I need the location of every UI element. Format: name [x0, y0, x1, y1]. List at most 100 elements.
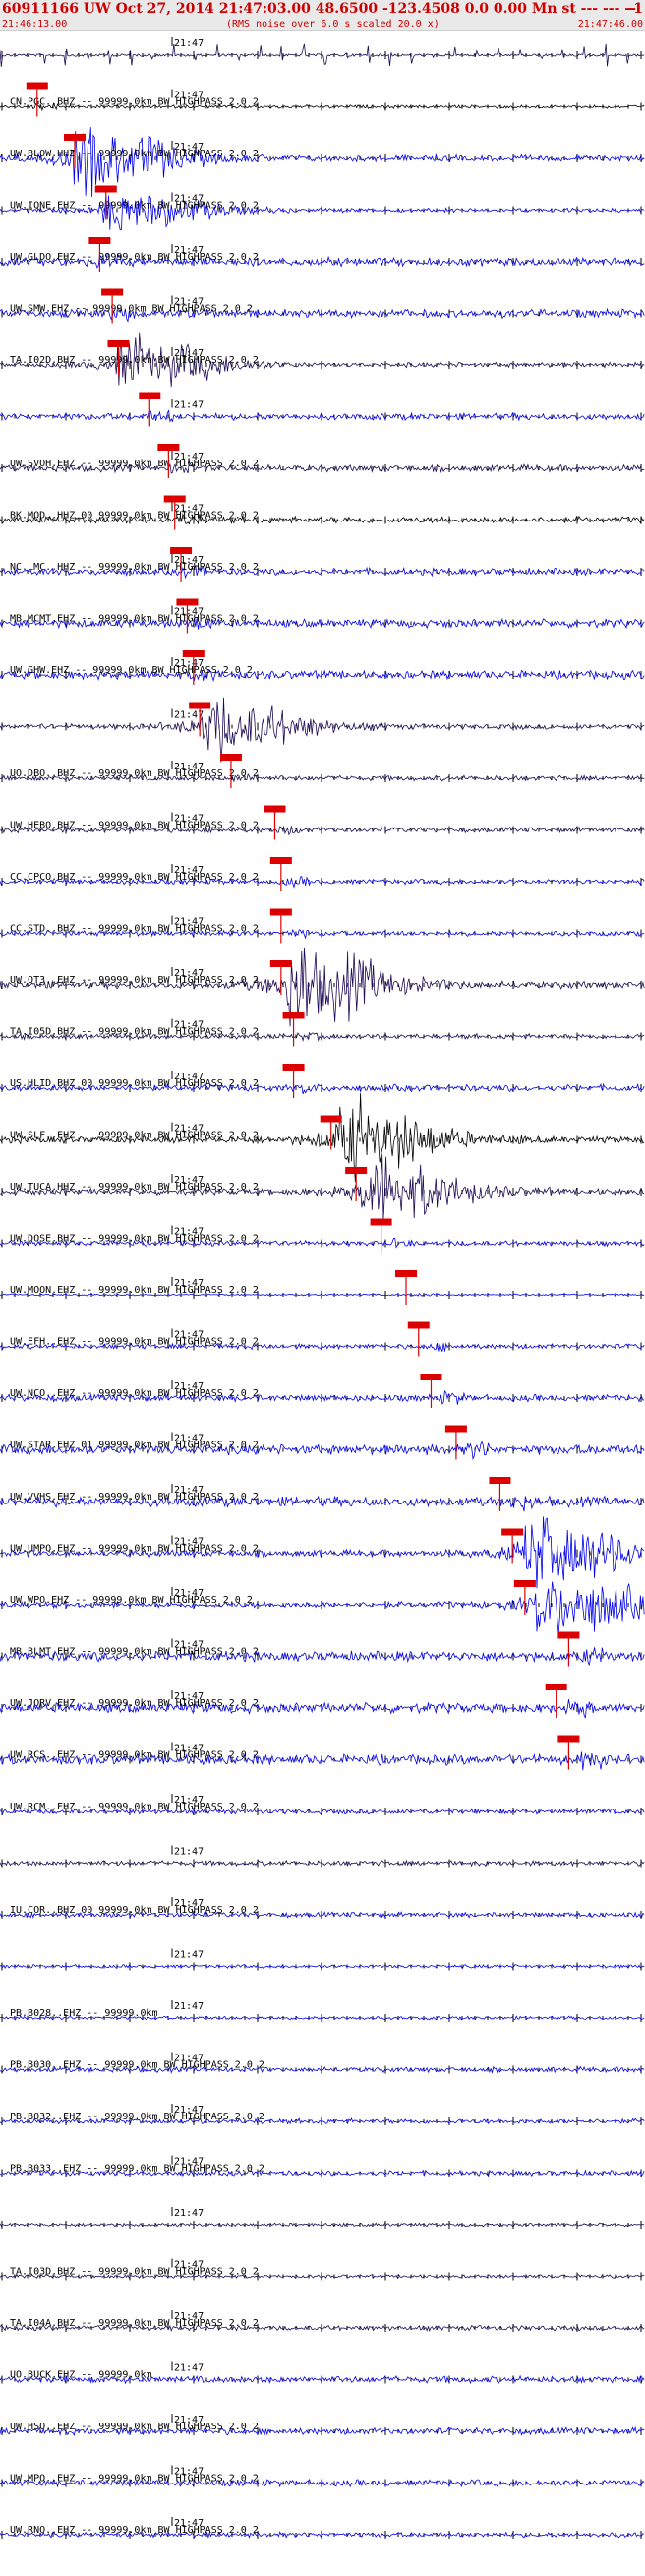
- pick-marker: [94, 185, 117, 193]
- station-label: UW.NCO..EHZ -- 99999.0km BW HIGHPASS 2.0…: [10, 1388, 259, 1399]
- trace-11: 21:47MB.MCMT.EHZ -- 99999.0km BW HIGHPAS…: [0, 598, 645, 634]
- station-label: UW.GHW.EHZ -- 99999.0km BW HIGHPASS 2.0 …: [10, 665, 253, 676]
- pick-marker: [420, 1374, 442, 1380]
- trace-40: 21:47PB.B032..EHZ -- 99999.0km BW HIGHPA…: [0, 2104, 645, 2125]
- pick-marker: [264, 805, 286, 813]
- trace-28: 21:47UW.VVHS.EHZ -- 99999.0km BW HIGHPAS…: [0, 1477, 645, 1512]
- trace-38: 21:47 PB.B028..EHZ -- 99999.0km: [0, 2000, 645, 2022]
- pick-marker: [219, 754, 242, 761]
- pick-marker: [189, 702, 211, 709]
- trace-35: 21:47: [0, 1845, 645, 1868]
- station-label: NC.LMC..HHZ -- 99999.0km BW HIGHPASS 2.0…: [10, 562, 259, 573]
- pick-marker: [345, 1167, 368, 1174]
- trace-15: 21:47UW.HEBO.BHZ -- 99999.0km BW HIGHPAS…: [0, 805, 645, 840]
- station-label: UW.IQNE.EHZ -- 99999.0km BW HIGHPASS 2.0…: [10, 201, 259, 212]
- station-label: UO.BUCK.EHZ -- 99999.0km: [10, 2370, 152, 2381]
- station-label: UW.SVOH.EHZ -- 99999.0km BW HIGHPASS 2.0…: [10, 459, 259, 469]
- station-label: TA.I02D.BHZ -- 99999.0km BW HIGHPASS 2.0…: [10, 355, 259, 366]
- waveform: [0, 409, 645, 423]
- station-label: UW.UMPQ.EHZ -- 99999.0km BW HIGHPASS 2.0…: [10, 1544, 259, 1555]
- trace-25: 21:47UW.EFH..EHZ -- 99999.0km BW HIGHPAS…: [0, 1321, 645, 1357]
- station-label: UW.WPO.EHZ -- 99999.0km BW HIGHPASS 2.0 …: [10, 1595, 253, 1606]
- station-label: UW.RCM..EHZ -- 99999.0km BW HIGHPASS 2.0…: [10, 1802, 259, 1812]
- pick-marker: [107, 340, 130, 347]
- minute-label: 21:47: [174, 400, 204, 411]
- station-label: TA.I04A.BHZ -- 99999.0km BW HIGHPASS 2.0…: [10, 2318, 259, 2329]
- trace-33: 21:47UW.RCS..EHZ -- 99999.0km BW HIGHPAS…: [0, 1735, 645, 1771]
- station-label: UW.MPO..EHZ -- 99999.0km BW HIGHPASS 2.0…: [10, 2474, 259, 2484]
- trace-18: 21:47UW.OT3..EHZ -- 99999.0km BW HIGHPAS…: [0, 947, 645, 1027]
- pick-marker: [182, 650, 205, 657]
- pick-marker: [163, 495, 186, 503]
- minute-label: 21:47: [174, 2001, 204, 2012]
- station-label: IU.COR..BHZ 00 99999.0km BW HIGHPASS 2.0…: [10, 1905, 259, 1916]
- seismogram-plot: 21:47 21:47CN.PGC..BHZ -- 99999.0km BW HI…: [0, 37, 645, 2539]
- trace-4: 21:47UW.GLDO.EHZ -- 99999.0km BW HIGHPAS…: [0, 237, 645, 272]
- trace-31: 21:47MB.BLMT.EHZ -- 99999.0km BW HIGHPAS…: [0, 1631, 645, 1667]
- station-label: UW.OT3..EHZ -- 99999.0km BW HIGHPASS 2.0…: [10, 975, 259, 986]
- minute-label: 21:47: [174, 2363, 204, 2374]
- trace-26: 21:47UW.NCO..EHZ -- 99999.0km BW HIGHPAS…: [0, 1374, 645, 1408]
- waveform: [0, 1859, 645, 1868]
- station-label: UW.RCS..EHZ -- 99999.0km BW HIGHPASS 2.0…: [10, 1750, 259, 1761]
- station-label: PB.B028..EHZ -- 99999.0km: [10, 2008, 158, 2019]
- station-label: CC.STD..BHZ -- 99999.0km BW HIGHPASS 2.0…: [10, 924, 259, 935]
- minute-label: 21:47: [174, 1950, 204, 1961]
- minute-label: 21:47: [174, 2208, 204, 2219]
- trace-10: 21:47NC.LMC..HHZ -- 99999.0km BW HIGHPAS…: [0, 547, 645, 582]
- trace-8: 21:47UW.SVOH.EHZ -- 99999.0km BW HIGHPAS…: [0, 444, 645, 478]
- station-label: PB.B030..EHZ -- 99999.0km BW HIGHPASS 2.…: [10, 2060, 264, 2071]
- trace-44: 21:47TA.I04A.BHZ -- 99999.0km BW HIGHPAS…: [0, 2310, 645, 2332]
- event-title-suffix: -1: [627, 1, 643, 17]
- station-label: UW.HEBO.BHZ -- 99999.0km BW HIGHPASS 2.0…: [10, 821, 259, 831]
- station-label: TA.I03D.BHZ -- 99999.0km BW HIGHPASS 2.0…: [10, 2267, 259, 2278]
- pick-marker: [282, 1012, 305, 1019]
- station-label: US.HLID.BHZ 00 99999.0km BW HIGHPASS 2.0…: [10, 1078, 259, 1089]
- pick-marker: [395, 1270, 418, 1277]
- minute-label: 21:47: [174, 1847, 204, 1858]
- trace-0: 21:47: [0, 37, 645, 67]
- trace-42: 21:47: [0, 2207, 645, 2229]
- end-time: 21:47:46.00: [577, 19, 643, 30]
- station-label: PB.B033..EHZ -- 99999.0km BW HIGHPASS 2.…: [10, 2164, 264, 2175]
- pick-marker: [501, 1528, 524, 1536]
- station-label: MB.MCMT.EHZ -- 99999.0km BW HIGHPASS 2.0…: [10, 614, 259, 625]
- pick-marker: [370, 1218, 392, 1226]
- pick-marker: [157, 444, 180, 451]
- trace-32: 21:47UW.JORV.EHZ -- 99999.0km BW HIGHPAS…: [0, 1684, 645, 1719]
- pick-marker: [282, 1064, 305, 1071]
- station-label: PB.B032..EHZ -- 99999.0km BW HIGHPASS 2.…: [10, 2112, 264, 2122]
- pick-marker: [176, 598, 199, 606]
- pick-marker: [88, 237, 111, 244]
- waveform: [0, 697, 645, 763]
- pick-marker: [26, 82, 48, 90]
- trace-23: 21:47UW.DOSE.BHZ -- 99999.0km BW HIGHPAS…: [0, 1218, 645, 1254]
- pick-marker: [139, 392, 161, 399]
- trace-21: 21:47UW.SLF..EHZ -- 99999.0km BW HIGHPAS…: [0, 1093, 645, 1183]
- station-label: UW.HSO..EHZ -- 99999.0km BW HIGHPASS 2.0…: [10, 2422, 259, 2432]
- trace-1: 21:47CN.PGC..BHZ -- 99999.0km BW HIGHPAS…: [0, 82, 645, 117]
- trace-45: 21:47 UO.BUCK.EHZ -- 99999.0km: [0, 2361, 645, 2385]
- trace-39: 21:47PB.B030..EHZ -- 99999.0km BW HIGHPA…: [0, 2052, 645, 2074]
- pick-marker: [444, 1425, 467, 1433]
- station-label: CC.CPCO.BHZ -- 99999.0km BW HIGHPASS 2.0…: [10, 872, 259, 883]
- station-label: UW.GLDO.EHZ -- 99999.0km BW HIGHPASS 2.0…: [10, 252, 259, 263]
- minute-label: 21:47: [174, 38, 204, 49]
- trace-20: 21:47US.HLID.BHZ 00 99999.0km BW HIGHPAS…: [0, 1064, 645, 1098]
- station-label: UW.MOON.EHZ -- 99999.0km BW HIGHPASS 2.0…: [10, 1285, 259, 1296]
- pick-marker: [63, 134, 86, 141]
- trace-36: 21:47IU.COR..BHZ 00 99999.0km BW HIGHPAS…: [0, 1897, 645, 1919]
- trace-16: 21:47CC.CPCO.BHZ -- 99999.0km BW HIGHPAS…: [0, 857, 645, 891]
- pick-marker: [407, 1321, 430, 1329]
- pick-marker: [557, 1631, 580, 1639]
- pick-marker: [269, 857, 292, 864]
- pick-marker: [545, 1684, 567, 1690]
- trace-12: 21:47UW.GHW.EHZ -- 99999.0km BW HIGHPASS…: [0, 650, 645, 685]
- trace-43: 21:47TA.I03D.BHZ -- 99999.0km BW HIGHPAS…: [0, 2258, 645, 2281]
- waveform: [0, 947, 645, 1027]
- record-header: 60911166 UW Oct 27, 2014 21:47:03.00 48.…: [0, 0, 645, 31]
- station-label: BK.MOD..HHZ 00 99999.0km BW HIGHPASS 2.0…: [10, 511, 259, 521]
- pick-marker: [269, 908, 292, 916]
- trace-9: 21:47BK.MOD..HHZ 00 99999.0km BW HIGHPAS…: [0, 495, 645, 530]
- trace-47: 21:47UW.MPO..EHZ -- 99999.0km BW HIGHPAS…: [0, 2465, 645, 2488]
